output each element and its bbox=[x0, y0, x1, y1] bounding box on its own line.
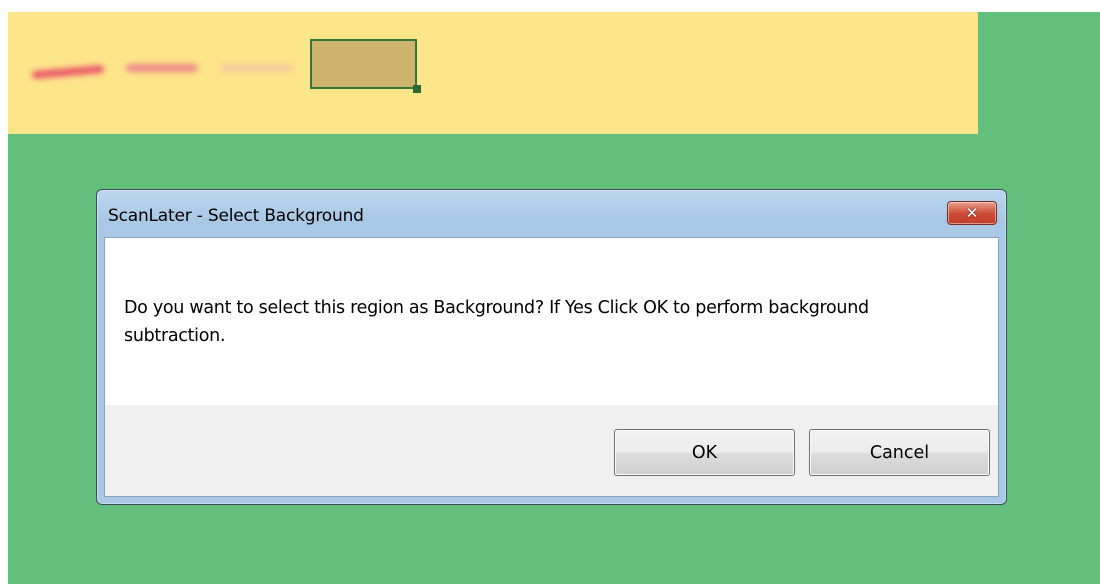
dialog-title: ScanLater - Select Background bbox=[108, 206, 364, 226]
sample-band bbox=[220, 64, 294, 72]
close-button[interactable]: ✕ bbox=[947, 201, 997, 225]
scanned-image-strip bbox=[8, 12, 978, 134]
title-bar[interactable]: ScanLater - Select Background ✕ bbox=[97, 190, 1006, 237]
message-area: Do you want to select this region as Bac… bbox=[105, 238, 998, 405]
sample-band bbox=[31, 64, 105, 80]
sample-band bbox=[126, 64, 198, 72]
close-icon: ✕ bbox=[965, 203, 979, 222]
select-background-dialog: ScanLater - Select Background ✕ Do you w… bbox=[96, 189, 1007, 505]
ok-button[interactable]: OK bbox=[614, 429, 795, 476]
cancel-button[interactable]: Cancel bbox=[809, 429, 990, 476]
resize-handle[interactable] bbox=[413, 85, 421, 93]
selection-region[interactable] bbox=[310, 39, 421, 93]
dialog-body: Do you want to select this region as Bac… bbox=[104, 237, 999, 497]
message-text: Do you want to select this region as Bac… bbox=[124, 298, 869, 346]
